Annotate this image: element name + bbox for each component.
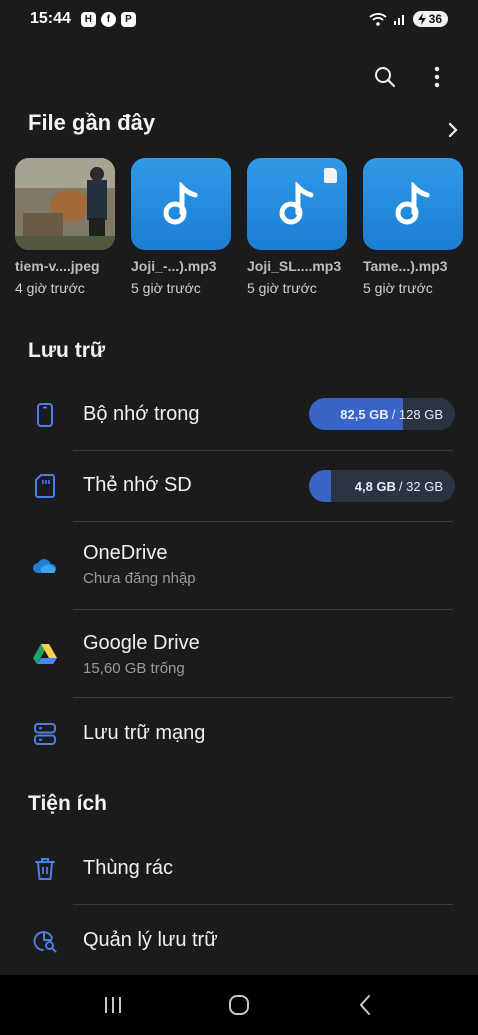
recent-files-header[interactable]: File gần đây xyxy=(28,112,460,148)
server-icon xyxy=(30,719,60,749)
network-storage-label: Lưu trữ mạng xyxy=(83,722,206,744)
internal-storage-item[interactable]: Bộ nhớ trong 82,5 GB/ 128 GB xyxy=(0,382,478,448)
sd-card-usage-bar: 4,8 GB/ 32 GB xyxy=(309,470,455,502)
recent-files-list: tiem-v....jpeg 4 giờ trước Joji_-...).mp… xyxy=(15,158,463,296)
recent-file-item[interactable]: Tame...).mp3 5 giờ trước xyxy=(363,158,463,296)
battery-saver-icon xyxy=(417,13,426,25)
search-icon xyxy=(375,67,396,88)
google-drive-label: Google Drive xyxy=(83,632,200,654)
recent-apps-button[interactable] xyxy=(98,990,128,1020)
home-icon xyxy=(229,995,249,1015)
wifi-icon xyxy=(369,13,387,26)
status-bar: 15:44 H f P 36 xyxy=(0,0,478,38)
app-badge-p: P xyxy=(120,11,136,27)
photo-preview xyxy=(15,158,115,250)
home-button[interactable] xyxy=(224,990,254,1020)
sd-card-item[interactable]: Thẻ nhớ SD 4,8 GB/ 32 GB xyxy=(0,452,478,520)
sd-total: / 32 GB xyxy=(398,478,443,494)
audio-thumbnail xyxy=(131,158,231,250)
recent-files-title: File gần đây xyxy=(28,112,156,135)
recent-file-name: tiem-v....jpeg xyxy=(15,258,100,274)
trash-label: Thùng rác xyxy=(83,857,174,879)
recent-file-name: Joji_SL....mp3 xyxy=(247,258,342,274)
recent-file-item[interactable]: Joji_-...).mp3 5 giờ trước xyxy=(131,158,231,296)
storage-manager-label: Quản lý lưu trữ xyxy=(83,929,218,951)
status-app-icons: H f P xyxy=(80,11,136,27)
recent-file-time: 5 giờ trước xyxy=(247,280,317,296)
onedrive-status: Chưa đăng nhập xyxy=(83,570,196,587)
divider xyxy=(73,450,453,451)
network-storage-item[interactable]: Lưu trữ mạng xyxy=(0,698,478,768)
google-drive-free: 15,60 GB trống xyxy=(83,660,185,677)
app-badge-h: H xyxy=(80,11,96,27)
recent-file-time: 5 giờ trước xyxy=(131,280,201,296)
onedrive-label: OneDrive xyxy=(83,542,168,564)
battery-level: 36 xyxy=(428,12,442,26)
google-drive-icon xyxy=(30,639,60,669)
top-toolbar xyxy=(370,62,452,92)
internal-used: 82,5 GB xyxy=(340,406,389,422)
music-note-icon xyxy=(395,182,430,225)
storage-section-title: Lưu trữ xyxy=(28,339,106,362)
utilities-section-title: Tiện ích xyxy=(28,792,107,815)
trash-icon xyxy=(30,854,60,884)
music-note-icon xyxy=(279,182,314,225)
onedrive-item[interactable]: OneDrive Chưa đăng nhập xyxy=(0,522,478,608)
recent-file-item[interactable]: Joji_SL....mp3 5 giờ trước xyxy=(247,158,347,296)
recent-file-time: 4 giờ trước xyxy=(15,280,85,296)
recent-file-name: Joji_-...).mp3 xyxy=(131,258,217,274)
sd-used: 4,8 GB xyxy=(354,478,396,494)
chevron-right-icon[interactable] xyxy=(446,121,460,139)
storage-manager-item[interactable]: Quản lý lưu trữ xyxy=(0,905,478,975)
sd-card-label: Thẻ nhớ SD xyxy=(83,474,192,496)
audio-thumbnail xyxy=(363,158,463,250)
status-time: 15:44 xyxy=(30,10,71,27)
image-thumbnail xyxy=(15,158,115,250)
more-vert-icon xyxy=(434,66,440,88)
facebook-icon: f xyxy=(100,11,116,27)
music-note-icon xyxy=(163,182,198,225)
back-icon xyxy=(359,995,370,1015)
internal-storage-usage-bar: 82,5 GB/ 128 GB xyxy=(309,398,455,430)
trash-item[interactable]: Thùng rác xyxy=(0,834,478,904)
back-button[interactable] xyxy=(350,990,380,1020)
recent-file-name: Tame...).mp3 xyxy=(363,258,448,274)
search-button[interactable] xyxy=(370,62,400,92)
sd-card-icon xyxy=(324,168,337,183)
more-options-button[interactable] xyxy=(422,62,452,92)
audio-thumbnail xyxy=(247,158,347,250)
google-drive-item[interactable]: Google Drive 15,60 GB trống xyxy=(0,610,478,696)
recent-file-item[interactable]: tiem-v....jpeg 4 giờ trước xyxy=(15,158,115,296)
phone-icon xyxy=(30,400,60,430)
internal-total: / 128 GB xyxy=(391,406,443,422)
storage-analysis-icon xyxy=(30,926,60,956)
signal-icon xyxy=(393,15,404,25)
internal-storage-label: Bộ nhớ trong xyxy=(83,403,200,425)
sd-card-icon xyxy=(30,471,60,501)
system-navigation-bar xyxy=(0,975,478,1035)
onedrive-icon xyxy=(30,551,60,581)
recent-apps-icon xyxy=(105,997,121,1013)
recent-file-time: 5 giờ trước xyxy=(363,280,433,296)
battery-indicator: 36 xyxy=(412,11,448,27)
